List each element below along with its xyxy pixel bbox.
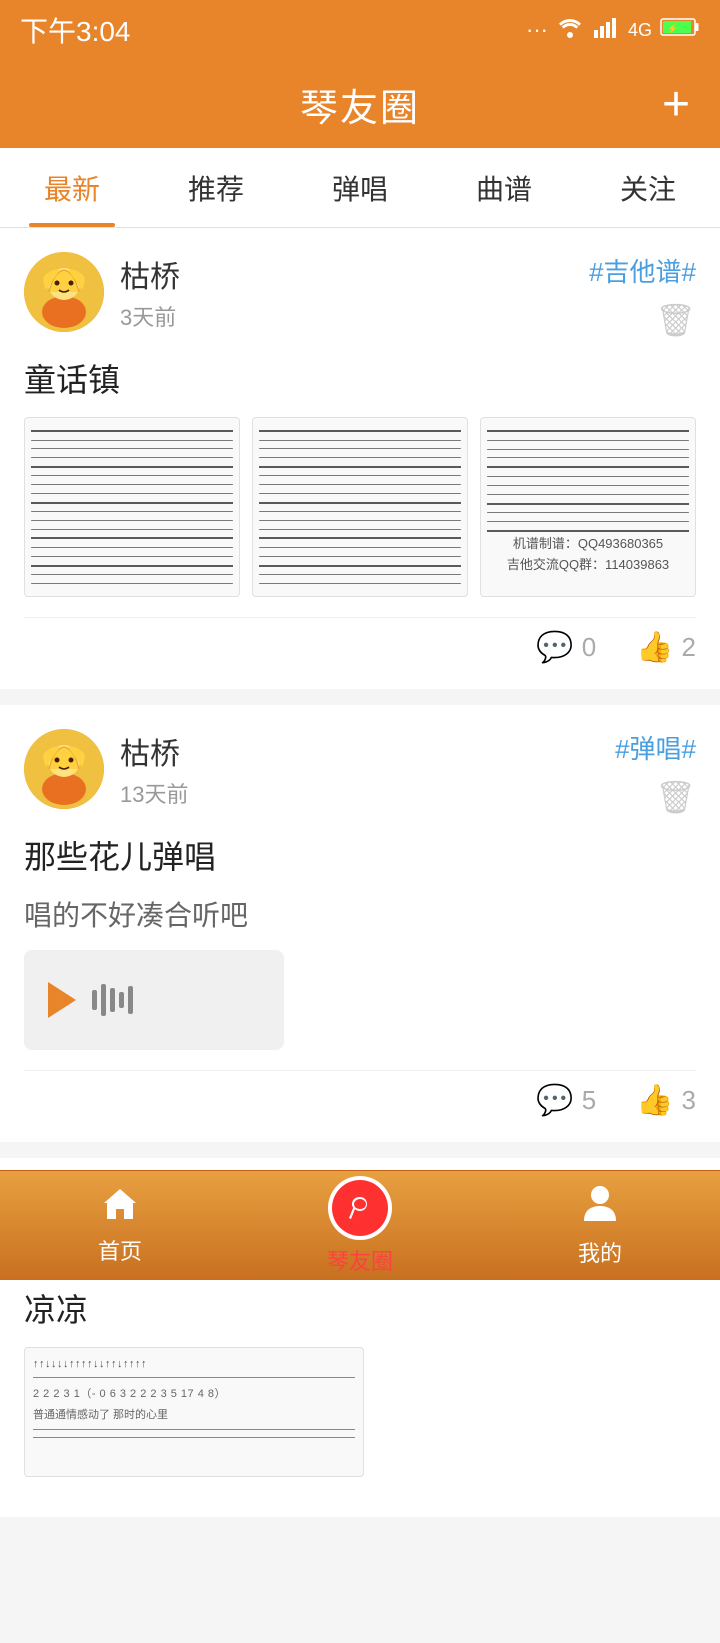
nav-circle-label: 琴友圈 [327,1244,393,1276]
post-footer-1: 💬 0 👍 2 [24,617,696,665]
post-title-3: 凉凉 [24,1285,696,1331]
status-icons: ··· 4G ⚡ [526,16,700,44]
wave-5 [128,986,133,1014]
post-footer-2: 💬 5 👍 3 [24,1070,696,1118]
sheet-preview-3[interactable]: ↑↑↓↓↓↓↑↑↑↑↓↓↑↑↓↑↑↑↑ 2 2 2 3 1（- 0 6 3 2 … [24,1347,364,1477]
wave-3 [110,988,115,1012]
sheet-img-2[interactable] [252,417,468,597]
comment-action-1[interactable]: 💬 0 [536,630,596,665]
nav-circle[interactable]: 琴友圈 [240,1176,480,1276]
post-username-2: 枯桥 [120,729,188,773]
like-action-1[interactable]: 👍 2 [636,630,696,665]
person-icon [582,1183,618,1232]
signal-icon [592,16,620,44]
avatar-1[interactable] [24,252,104,332]
post-card-2: 枯桥 13天前 #弹唱# 🗑 那些花儿弹唱 唱的不好凑合听吧 [0,705,720,1142]
like-icon-1: 👍 [636,630,673,665]
post-card-1: 枯桥 3天前 #吉他谱# 🗑 童话镇 [0,228,720,689]
tab-recommended[interactable]: 推荐 [144,148,288,227]
wave-4 [119,992,124,1008]
post-time-2: 13天前 [120,777,188,809]
sound-waves-2 [92,984,133,1016]
status-bar: 下午3:04 ··· 4G ⚡ [0,0,720,60]
nav-profile[interactable]: 我的 [480,1183,720,1268]
avatar-2[interactable] [24,729,104,809]
sheet-watermark: 机谱制谱：QQ493680365 吉他交流QQ群：114039863 [481,534,695,576]
battery-icon: ⚡ [660,17,700,43]
like-icon-2: 👍 [636,1083,673,1118]
sheet-images-1: 机谱制谱：QQ493680365 吉他交流QQ群：114039863 [24,417,696,597]
home-icon [100,1185,140,1230]
post-tag-1[interactable]: #吉他谱# [589,252,696,289]
nav-circle-icon [328,1176,392,1240]
nav-profile-label: 我的 [578,1236,622,1268]
wifi-icon [556,16,584,44]
header: 琴友圈 + [0,60,720,148]
post-desc-2: 唱的不好凑合听吧 [24,894,696,934]
comment-action-2[interactable]: 💬 5 [536,1083,596,1118]
play-button-2[interactable] [48,982,76,1018]
tab-latest[interactable]: 最新 [0,148,144,227]
post-time-1: 3天前 [120,300,180,332]
add-button[interactable]: + [662,77,690,132]
post-title-1: 童话镇 [24,355,696,401]
status-time: 下午3:04 [20,10,131,50]
dots-icon: ··· [526,17,548,43]
wave-2 [101,984,106,1016]
feed: 枯桥 3天前 #吉他谱# 🗑 童话镇 [0,228,720,1643]
post-username-1: 枯桥 [120,252,180,296]
header-title: 琴友圈 [300,77,420,132]
nav-home[interactable]: 首页 [0,1185,240,1266]
post-title-2: 那些花儿弹唱 [24,832,696,878]
svg-text:⚡: ⚡ [667,23,678,35]
post-header-2: 枯桥 13天前 #弹唱# 🗑 [24,729,696,816]
bottom-nav: 首页 琴友圈 我的 [0,1170,720,1280]
tabs-bar: 最新 推荐 弹唱 曲谱 关注 [0,148,720,228]
sheet-img-1[interactable] [24,417,240,597]
tab-follow[interactable]: 关注 [576,148,720,227]
nav-home-label: 首页 [98,1234,142,1266]
wave-1 [92,990,97,1010]
like-action-2[interactable]: 👍 3 [636,1083,696,1118]
audio-player-2[interactable] [24,950,284,1050]
delete-icon-1[interactable]: 🗑 [655,301,696,339]
sheet-img-3[interactable]: 机谱制谱：QQ493680365 吉他交流QQ群：114039863 [480,417,696,597]
post-header-1: 枯桥 3天前 #吉他谱# 🗑 [24,252,696,339]
delete-icon-2[interactable]: 🗑 [655,778,696,816]
comment-icon-1: 💬 [536,630,573,665]
post-tag-2[interactable]: #弹唱# [615,729,696,766]
tab-score[interactable]: 曲谱 [432,148,576,227]
comment-icon-2: 💬 [536,1083,573,1118]
network-label: 4G [628,20,652,41]
tab-play-sing[interactable]: 弹唱 [288,148,432,227]
